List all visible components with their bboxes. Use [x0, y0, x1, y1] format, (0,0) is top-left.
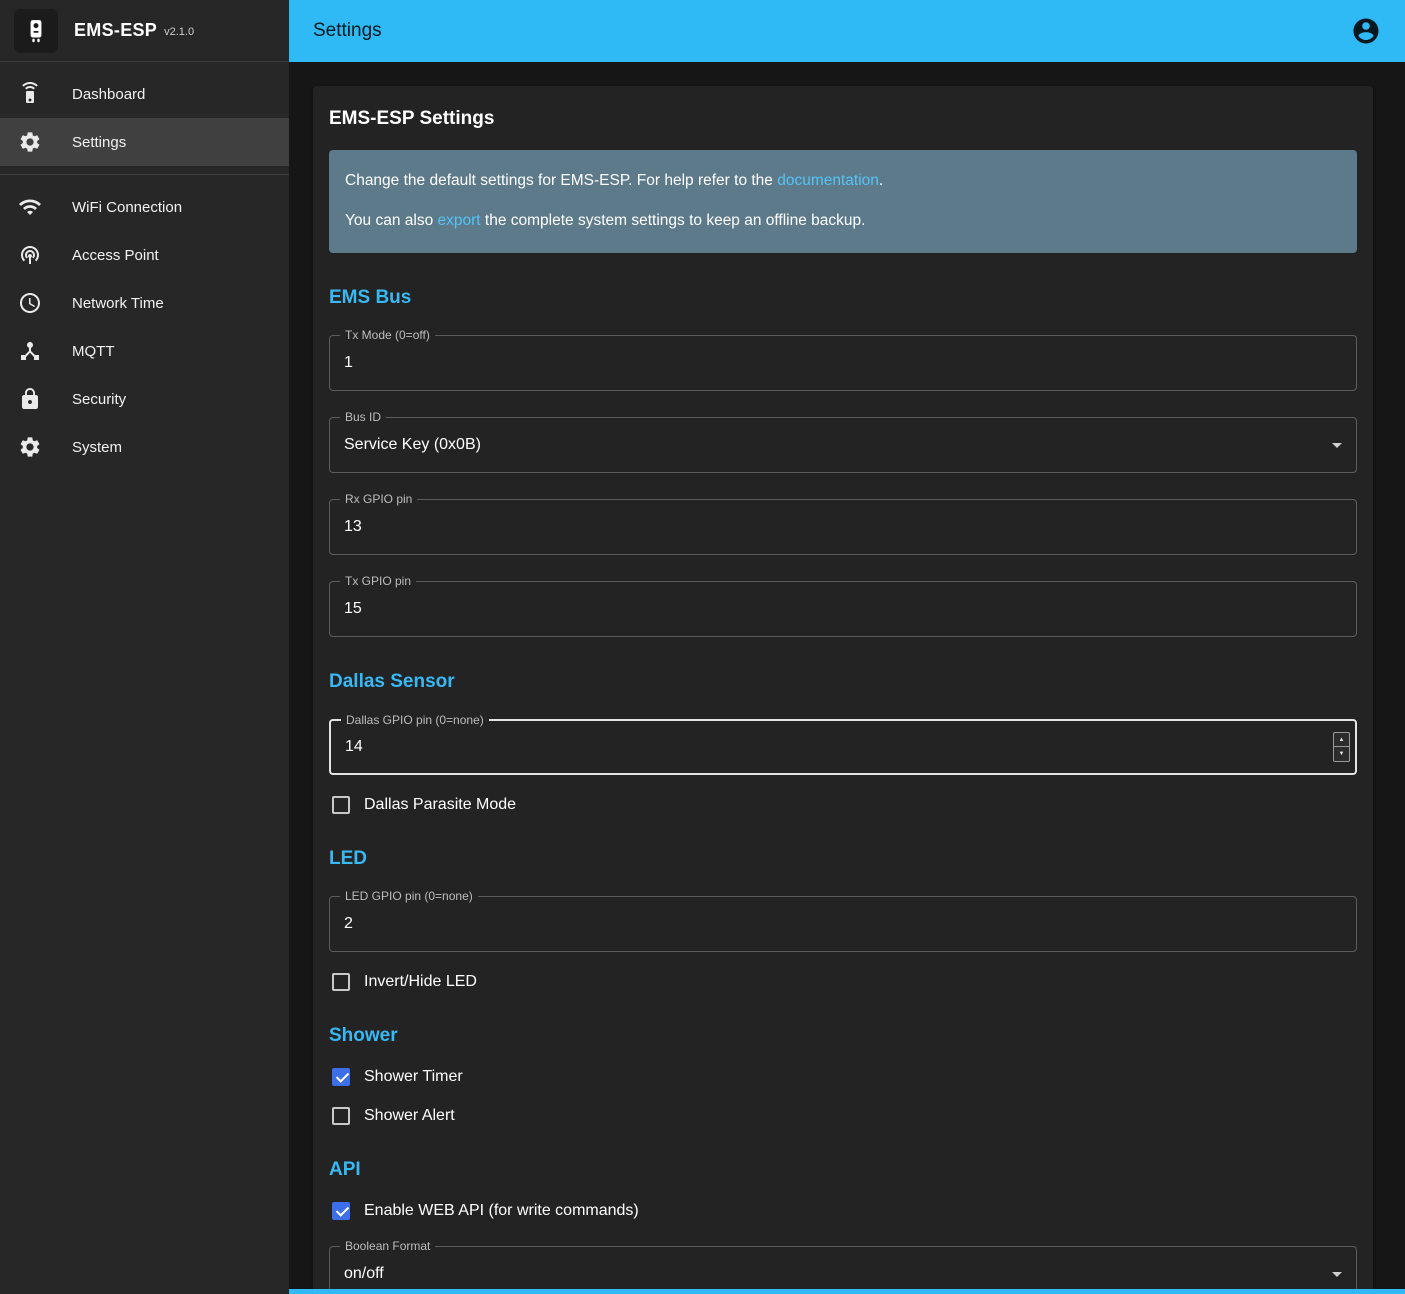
invert-led-checkbox-row[interactable]: Invert/Hide LED [329, 973, 1357, 991]
bus-id-value: Service Key (0x0B) [330, 436, 1356, 454]
field-label: Tx Mode (0=off) [340, 329, 435, 342]
card-title: EMS-ESP Settings [329, 108, 1357, 130]
checkbox-label: Dallas Parasite Mode [364, 796, 516, 814]
section-title-api: API [329, 1159, 1357, 1181]
boolean-format-value: on/off [330, 1265, 1356, 1283]
app-root: EMS-ESP v2.1.0 Dashboard Settings [0, 0, 1405, 1294]
export-link[interactable]: export [438, 212, 481, 229]
sidebar-item-settings[interactable]: Settings [0, 118, 289, 166]
sidebar-item-label: MQTT [72, 343, 115, 360]
field-label: Boolean Format [340, 1240, 435, 1253]
sidebar-item-mqtt[interactable]: MQTT [0, 327, 289, 375]
bus-id-select[interactable]: Bus ID Service Key (0x0B) [329, 417, 1357, 473]
sidebar-item-label: Security [72, 391, 126, 408]
checkbox-label: Enable WEB API (for write commands) [364, 1202, 639, 1220]
wifi-icon [18, 195, 42, 219]
lock-icon [18, 387, 42, 411]
device-hub-icon [18, 339, 42, 363]
dallas-parasite-checkbox[interactable] [332, 796, 350, 814]
app-logo-icon [14, 9, 58, 53]
info-text: Change the default settings for EMS-ESP.… [345, 172, 777, 189]
checkbox-label: Shower Alert [364, 1107, 455, 1125]
field-label: Rx GPIO pin [340, 493, 417, 506]
boolean-format-select[interactable]: Boolean Format on/off [329, 1246, 1357, 1294]
app-name: EMS-ESP [74, 20, 157, 41]
sidebar-header: EMS-ESP v2.1.0 [0, 0, 289, 62]
bottom-bar [289, 1289, 1405, 1294]
field-label: Tx GPIO pin [340, 575, 416, 588]
sidebar-item-label: Network Time [72, 295, 164, 312]
checkbox-label: Invert/Hide LED [364, 973, 477, 991]
sidebar-item-system[interactable]: System [0, 423, 289, 471]
rx-gpio-input[interactable] [330, 500, 1356, 554]
tx-mode-input[interactable] [330, 336, 1356, 390]
shower-timer-checkbox[interactable] [332, 1068, 350, 1086]
tx-gpio-field: Tx GPIO pin [329, 581, 1357, 637]
dallas-gpio-field: Dallas GPIO pin (0=none) ▲ ▼ [329, 719, 1357, 775]
system-gear-icon [18, 435, 42, 459]
enable-web-api-checkbox-row[interactable]: Enable WEB API (for write commands) [329, 1202, 1357, 1220]
sidebar-item-label: Settings [72, 134, 126, 151]
spinner-up-icon[interactable]: ▲ [1334, 733, 1349, 747]
sidebar: EMS-ESP v2.1.0 Dashboard Settings [0, 0, 289, 1294]
sidebar-item-label: System [72, 439, 122, 456]
checkbox-label: Shower Timer [364, 1068, 463, 1086]
sidebar-item-dashboard[interactable]: Dashboard [0, 70, 289, 118]
sidebar-item-wifi-connection[interactable]: WiFi Connection [0, 183, 289, 231]
field-label: LED GPIO pin (0=none) [340, 890, 478, 903]
sidebar-item-label: WiFi Connection [72, 199, 182, 216]
sidebar-item-access-point[interactable]: Access Point [0, 231, 289, 279]
shower-alert-checkbox[interactable] [332, 1107, 350, 1125]
section-title-shower: Shower [329, 1025, 1357, 1047]
clock-icon [18, 291, 42, 315]
content-area: Settings EMS-ESP Settings Change the def… [289, 0, 1405, 1294]
led-gpio-input[interactable] [330, 897, 1356, 951]
tx-gpio-input[interactable] [330, 582, 1356, 636]
sidebar-item-network-time[interactable]: Network Time [0, 279, 289, 327]
sidebar-item-security[interactable]: Security [0, 375, 289, 423]
info-text: the complete system settings to keep an … [481, 212, 866, 229]
field-label: Dallas GPIO pin (0=none) [341, 714, 489, 727]
section-title-led: LED [329, 848, 1357, 870]
spinner-down-icon[interactable]: ▼ [1334, 746, 1349, 761]
field-label: Bus ID [340, 411, 386, 424]
section-title-dallas-sensor: Dallas Sensor [329, 671, 1357, 693]
section-title-ems-bus: EMS Bus [329, 287, 1357, 309]
dallas-parasite-checkbox-row[interactable]: Dallas Parasite Mode [329, 796, 1357, 814]
main-scroll-area: EMS-ESP Settings Change the default sett… [289, 62, 1405, 1294]
info-line-1: Change the default settings for EMS-ESP.… [345, 171, 1341, 192]
tx-mode-field: Tx Mode (0=off) [329, 335, 1357, 391]
sidebar-item-label: Access Point [72, 247, 159, 264]
sidebar-divider [0, 174, 289, 175]
access-point-icon [18, 243, 42, 267]
number-spinner[interactable]: ▲ ▼ [1333, 732, 1350, 762]
settings-card: EMS-ESP Settings Change the default sett… [313, 86, 1373, 1294]
info-text: You can also [345, 212, 438, 229]
shower-alert-checkbox-row[interactable]: Shower Alert [329, 1107, 1357, 1125]
app-version: v2.1.0 [164, 23, 194, 38]
documentation-link[interactable]: documentation [777, 172, 879, 189]
app-bar: Settings [289, 0, 1405, 62]
info-line-2: You can also export the complete system … [345, 211, 1341, 232]
page-title: Settings [313, 20, 382, 42]
sidebar-item-label: Dashboard [72, 86, 145, 103]
dashboard-icon [18, 82, 42, 106]
info-text: . [879, 172, 883, 189]
info-banner: Change the default settings for EMS-ESP.… [329, 150, 1357, 253]
gear-icon [18, 130, 42, 154]
account-circle-icon[interactable] [1351, 16, 1381, 46]
invert-led-checkbox[interactable] [332, 973, 350, 991]
rx-gpio-field: Rx GPIO pin [329, 499, 1357, 555]
led-gpio-field: LED GPIO pin (0=none) [329, 896, 1357, 952]
enable-web-api-checkbox[interactable] [332, 1202, 350, 1220]
dallas-gpio-input[interactable] [331, 721, 1355, 773]
shower-timer-checkbox-row[interactable]: Shower Timer [329, 1068, 1357, 1086]
sidebar-nav: Dashboard Settings WiFi Connection A [0, 62, 289, 471]
